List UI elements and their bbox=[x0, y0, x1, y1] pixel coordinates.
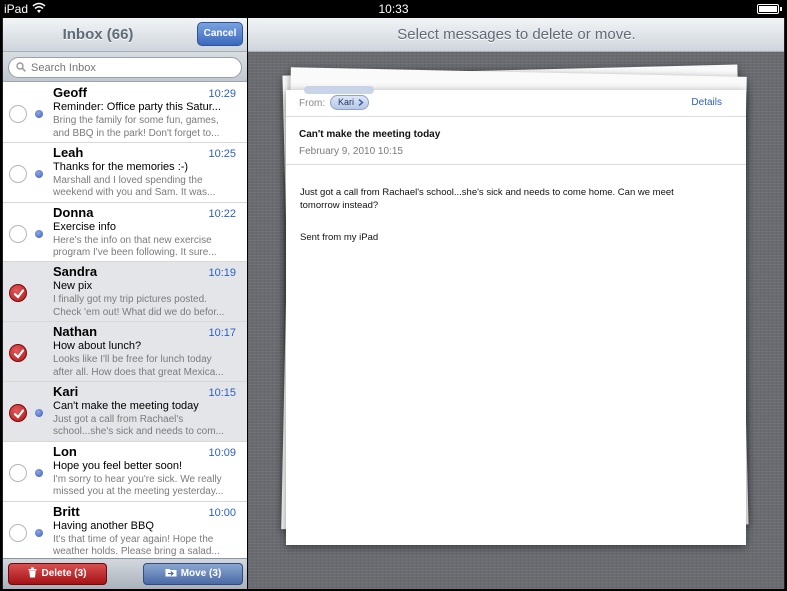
message-row[interactable]: Nathan 10:17 How about lunch? Looks like I'… bbox=[3, 322, 247, 382]
delete-button[interactable]: Delete (3) bbox=[8, 563, 107, 585]
folder-icon bbox=[165, 569, 177, 577]
chevron-right-icon bbox=[358, 99, 364, 106]
message-preview: Looks like I'll be free for lunch today … bbox=[53, 354, 224, 378]
selection-circle-icon[interactable] bbox=[9, 523, 27, 542]
message-preview: Just got a call from Rachael's school...… bbox=[53, 413, 224, 438]
search-icon bbox=[16, 62, 26, 72]
message-preview: Marshall and I loved spending the weeken… bbox=[53, 174, 216, 199]
clock: 10:33 bbox=[378, 2, 409, 16]
message-list: Geoff 10:29 Reminder: Office party this Sa… bbox=[3, 83, 247, 562]
sender-name: Kari bbox=[338, 97, 355, 107]
unread-dot-icon bbox=[35, 468, 43, 477]
message-subject: Hope you feel better soon! bbox=[53, 459, 183, 472]
selection-circle-icon[interactable] bbox=[9, 105, 27, 123]
message-time: 10:00 bbox=[208, 506, 236, 519]
selection-circle-icon[interactable] bbox=[9, 164, 27, 183]
unread-dot-icon bbox=[35, 169, 43, 178]
inbox-navbar: Inbox (66) Cancel bbox=[3, 18, 247, 52]
checkmark-selected-icon[interactable] bbox=[9, 403, 27, 422]
message-sender: Nathan bbox=[53, 324, 98, 340]
message-row[interactable]: Sandra 10:19 New pix I finally got my trip … bbox=[3, 262, 247, 323]
unread-dot-icon bbox=[35, 110, 43, 118]
unread-dot-icon bbox=[35, 408, 43, 417]
message-subject: Reminder: Office party this Satur... bbox=[53, 101, 221, 113]
message-row[interactable]: Donna 10:22 Exercise info Here's the info o… bbox=[3, 202, 247, 263]
message-row[interactable]: Lon 10:09 Hope you feel better soon! I'm so… bbox=[3, 441, 247, 502]
message-sender: Leah bbox=[53, 144, 84, 160]
delete-label: Delete (3) bbox=[41, 568, 87, 579]
message-sender: Geoff bbox=[53, 85, 87, 100]
message-preview: I'm sorry to hear you're sick. We really… bbox=[53, 473, 224, 498]
from-label: From: bbox=[299, 98, 326, 109]
from-row: From: Kari Details bbox=[286, 90, 746, 117]
message-time: 10:25 bbox=[208, 147, 236, 160]
message-sender: Britt bbox=[53, 503, 80, 519]
search-field[interactable] bbox=[8, 57, 242, 78]
message-preview: I finally got my trip pictures posted. C… bbox=[53, 294, 225, 318]
message-time: 10:09 bbox=[208, 446, 236, 459]
message-row[interactable]: Geoff 10:29 Reminder: Office party this Sa… bbox=[3, 83, 247, 143]
checkmark-selected-icon[interactable] bbox=[9, 284, 27, 303]
message-time: 10:22 bbox=[208, 207, 236, 220]
message-time: 10:29 bbox=[208, 88, 236, 100]
selection-circle-icon[interactable] bbox=[9, 463, 27, 482]
message-signature: Sent from my iPad bbox=[300, 232, 379, 243]
message-sheet: From: Kari Details Can't make the meetin… bbox=[286, 86, 746, 545]
message-subject: Can't make the meeting today bbox=[53, 399, 199, 412]
message-body: Just got a call from Rachael's school...… bbox=[300, 187, 674, 211]
message-time: 10:15 bbox=[208, 386, 236, 399]
move-button[interactable]: Move (3) bbox=[143, 563, 243, 585]
message-preview: It's that time of year again! Hope the w… bbox=[53, 533, 220, 558]
unread-dot-icon bbox=[35, 229, 43, 238]
message-date: February 9, 2010 10:15 bbox=[299, 146, 403, 157]
cancel-button[interactable]: Cancel bbox=[197, 22, 243, 46]
message-subject: Having another BBQ bbox=[53, 519, 154, 532]
message-subject: Exercise info bbox=[53, 220, 116, 233]
message-row[interactable]: Kari 10:15 Can't make the meeting today Jus… bbox=[3, 381, 247, 442]
message-time: 10:17 bbox=[208, 327, 236, 340]
status-bar: iPad 10:33 bbox=[0, 0, 787, 18]
checkmark-selected-icon[interactable] bbox=[9, 344, 27, 363]
sender-chip[interactable]: Kari bbox=[330, 95, 370, 110]
selection-prompt: Select messages to delete or move. bbox=[397, 26, 636, 43]
battery-icon bbox=[757, 4, 782, 14]
message-preview: Bring the family for some fun, games, an… bbox=[53, 115, 220, 139]
edit-toolbar: Delete (3) Move (3) bbox=[3, 558, 247, 589]
detail-navbar: Select messages to delete or move. bbox=[248, 18, 784, 52]
move-label: Move (3) bbox=[180, 568, 222, 579]
message-sender: Sandra bbox=[53, 264, 98, 280]
message-subject: Thanks for the memories :-) bbox=[53, 160, 189, 173]
unread-dot-icon bbox=[35, 528, 43, 537]
trash-icon bbox=[28, 567, 37, 578]
message-subject: New pix bbox=[53, 280, 93, 293]
inbox-title: Inbox (66) bbox=[62, 26, 134, 43]
inbox-pane: Inbox (66) Cancel Geoff 10:29Reminder: Of… bbox=[2, 18, 247, 589]
message-sender: Lon bbox=[53, 443, 77, 459]
message-header: Can't make the meeting today February 9,… bbox=[286, 118, 746, 165]
message-preview: Here's the info on that new exercise pro… bbox=[53, 234, 217, 259]
detail-pane: Select messages to delete or move. From:… bbox=[248, 18, 785, 589]
selection-circle-icon[interactable] bbox=[9, 224, 27, 243]
message-subject: Can't make the meeting today bbox=[299, 129, 441, 140]
search-bar bbox=[3, 52, 247, 82]
details-link[interactable]: Details bbox=[691, 97, 722, 108]
message-subject: How about lunch? bbox=[53, 340, 142, 353]
message-sender: Donna bbox=[53, 204, 94, 220]
message-sender: Kari bbox=[53, 383, 79, 399]
message-row[interactable]: Leah 10:25 Thanks for the memories :-) Mars… bbox=[3, 142, 247, 203]
search-input[interactable] bbox=[31, 60, 231, 75]
message-time: 10:19 bbox=[208, 267, 236, 280]
message-row[interactable]: Britt 10:00 Having another BBQ It's that ti… bbox=[3, 501, 247, 562]
